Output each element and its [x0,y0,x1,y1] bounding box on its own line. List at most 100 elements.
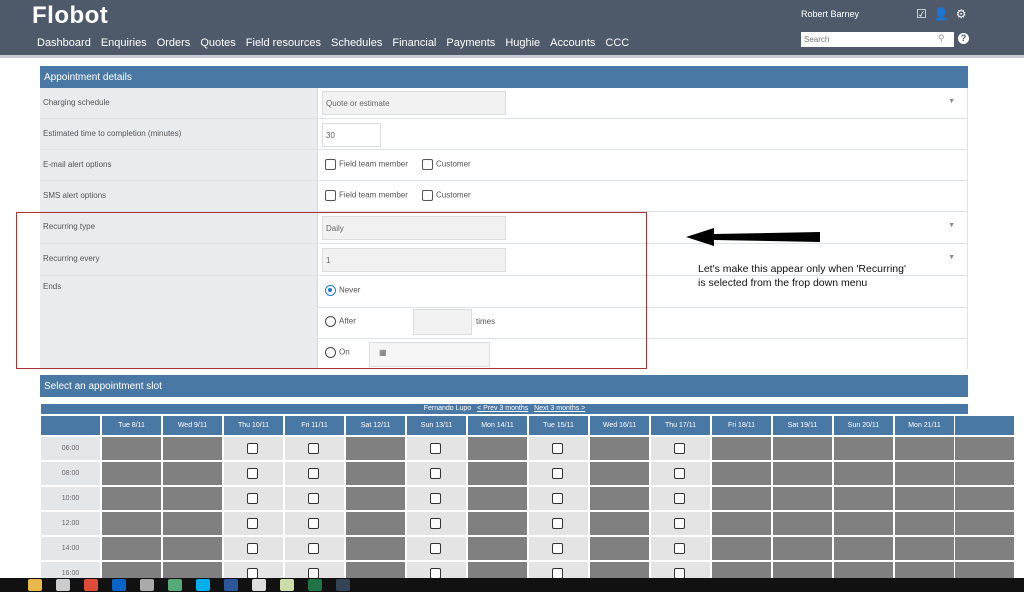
notepad-icon[interactable] [280,579,294,591]
slot-cell[interactable] [529,487,588,510]
nav-item-schedules[interactable]: Schedules [331,37,382,49]
tasks-checkbox-icon[interactable]: ☑ [916,7,927,21]
word-icon[interactable] [224,579,238,591]
day-header: Thu 17/11 [651,416,710,435]
outlook-icon[interactable] [112,579,126,591]
search-input[interactable] [801,32,954,47]
chevron-down-icon[interactable]: ▼ [948,98,955,105]
user-icon[interactable]: 👤 [934,7,949,21]
slot-cell[interactable] [224,512,283,535]
user-name[interactable]: Robert Barney [801,9,859,19]
nav-item-enquiries[interactable]: Enquiries [101,37,147,49]
slot-cell[interactable] [224,487,283,510]
slot-checkbox[interactable] [308,443,319,454]
unavailable-cell [590,537,649,560]
skype-icon[interactable] [196,579,210,591]
slot-checkbox[interactable] [430,543,441,554]
nav-item-quotes[interactable]: Quotes [200,37,235,49]
unavailable-cell [895,462,954,485]
unavailable-cell [773,437,832,460]
slot-checkbox[interactable] [552,443,563,454]
slot-cell[interactable] [407,462,466,485]
slot-cell[interactable] [651,437,710,460]
next-3-months-link[interactable]: Next 3 months > [534,405,585,412]
slot-checkbox[interactable] [674,443,685,454]
slot-checkbox[interactable] [430,493,441,504]
slot-checkbox[interactable] [308,493,319,504]
chrome-icon[interactable] [84,579,98,591]
chevron-down-icon[interactable]: ▼ [948,254,955,261]
slot-cell[interactable] [224,437,283,460]
sms-field-team-checkbox[interactable]: Field team member [325,190,408,201]
slot-checkbox[interactable] [247,518,258,529]
grid-corner [41,416,100,435]
chevron-down-icon[interactable]: ▼ [948,222,955,229]
email-field-team-checkbox[interactable]: Field team member [325,159,408,170]
slot-checkbox[interactable] [430,518,441,529]
slot-checkbox[interactable] [674,543,685,554]
slot-checkbox[interactable] [247,543,258,554]
slot-cell[interactable] [529,437,588,460]
slot-cell[interactable] [651,487,710,510]
slot-cell[interactable] [651,537,710,560]
app-icon[interactable] [336,579,350,591]
slot-checkbox[interactable] [674,468,685,479]
slot-cell[interactable] [651,462,710,485]
etc-input[interactable]: 30 [322,123,381,147]
slot-checkbox[interactable] [552,468,563,479]
slot-cell[interactable] [285,437,344,460]
app-icon[interactable] [168,579,182,591]
nav-item-ccc[interactable]: CCC [605,37,629,49]
nav-item-dashboard[interactable]: Dashboard [37,37,91,49]
nav-item-field-resources[interactable]: Field resources [246,37,321,49]
slot-cell[interactable] [529,512,588,535]
app-icon[interactable] [140,579,154,591]
slot-checkbox[interactable] [308,468,319,479]
slot-cell[interactable] [407,437,466,460]
slot-cell[interactable] [285,537,344,560]
unavailable-cell [346,537,405,560]
slot-checkbox[interactable] [430,468,441,479]
slot-checkbox[interactable] [247,443,258,454]
unavailable-cell [834,512,893,535]
slot-checkbox[interactable] [552,493,563,504]
slot-cell[interactable] [529,462,588,485]
email-customer-checkbox[interactable]: Customer [422,159,471,170]
slot-cell[interactable] [224,537,283,560]
store-icon[interactable] [56,579,70,591]
slot-checkbox[interactable] [247,493,258,504]
slot-cell[interactable] [285,462,344,485]
prev-3-months-link[interactable]: < Prev 3 months [477,405,528,412]
nav-item-payments[interactable]: Payments [446,37,495,49]
search-icon[interactable]: ⚲ [938,33,945,44]
day-header: Tue 8/11 [102,416,161,435]
sms-alert-row: SMS alert options Field team member Cust… [40,181,968,212]
slot-cell[interactable] [529,537,588,560]
slot-cell[interactable] [651,512,710,535]
charging-schedule-select[interactable]: Quote or estimate [322,91,506,115]
slot-checkbox[interactable] [308,518,319,529]
slot-cell[interactable] [407,537,466,560]
explorer-icon[interactable] [28,579,42,591]
help-icon[interactable]: ? [958,33,969,44]
nav-item-financial[interactable]: Financial [392,37,436,49]
slot-checkbox[interactable] [552,518,563,529]
slot-cell[interactable] [285,487,344,510]
nav-item-hughie[interactable]: Hughie [505,37,540,49]
nav-item-orders[interactable]: Orders [157,37,191,49]
slot-checkbox[interactable] [430,443,441,454]
slot-checkbox[interactable] [674,518,685,529]
slot-checkbox[interactable] [674,493,685,504]
gear-icon[interactable]: ⚙ [956,7,967,21]
sms-customer-checkbox[interactable]: Customer [422,190,471,201]
slot-cell[interactable] [407,512,466,535]
slot-cell[interactable] [224,462,283,485]
nav-item-accounts[interactable]: Accounts [550,37,595,49]
app-icon[interactable] [252,579,266,591]
slot-checkbox[interactable] [552,543,563,554]
slot-checkbox[interactable] [308,543,319,554]
excel-icon[interactable] [308,579,322,591]
slot-cell[interactable] [407,487,466,510]
slot-checkbox[interactable] [247,468,258,479]
slot-cell[interactable] [285,512,344,535]
